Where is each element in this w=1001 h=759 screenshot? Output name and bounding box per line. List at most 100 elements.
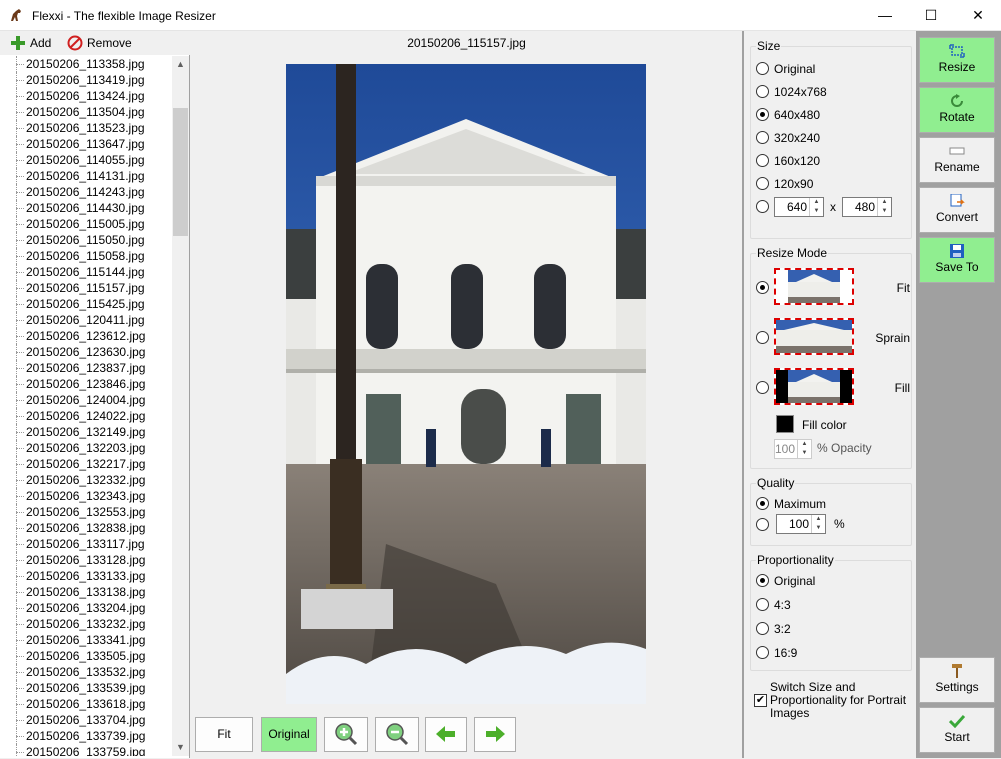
rotate-button[interactable]: Rotate: [919, 87, 995, 133]
file-list-scrollbar[interactable]: ▲ ▼: [172, 56, 189, 756]
mode-fill-radio[interactable]: [756, 381, 769, 394]
mode-fit-radio[interactable]: [756, 281, 769, 294]
file-list-item[interactable]: 20150206_132553.jpg: [0, 504, 172, 520]
rename-button[interactable]: Rename: [919, 137, 995, 183]
file-list-item[interactable]: 20150206_133618.jpg: [0, 696, 172, 712]
file-list-item[interactable]: 20150206_115058.jpg: [0, 248, 172, 264]
resize-button[interactable]: Resize: [919, 37, 995, 83]
remove-button[interactable]: Remove: [67, 34, 132, 52]
size-original-radio[interactable]: [756, 62, 769, 75]
opacity-label: % Opacity: [817, 441, 872, 455]
file-list-item[interactable]: 20150206_114131.jpg: [0, 168, 172, 184]
close-button[interactable]: ✕: [955, 0, 1001, 31]
scroll-down-icon[interactable]: ▼: [172, 739, 189, 756]
file-list-item[interactable]: 20150206_132332.jpg: [0, 472, 172, 488]
size-320x240-radio[interactable]: [756, 131, 769, 144]
quality-stepper[interactable]: 100 ▲ ▼: [776, 514, 826, 534]
file-list-item[interactable]: 20150206_132203.jpg: [0, 440, 172, 456]
file-list-item[interactable]: 20150206_133539.jpg: [0, 680, 172, 696]
file-list-item[interactable]: 20150206_115005.jpg: [0, 216, 172, 232]
next-image-button[interactable]: [474, 717, 516, 752]
file-list-item[interactable]: 20150206_115144.jpg: [0, 264, 172, 280]
quality-custom-radio[interactable]: [756, 518, 769, 531]
file-list-item[interactable]: 20150206_133505.jpg: [0, 648, 172, 664]
fit-button[interactable]: Fit: [195, 717, 253, 752]
size-160x120-radio[interactable]: [756, 154, 769, 167]
file-list-item[interactable]: 20150206_115425.jpg: [0, 296, 172, 312]
minimize-button[interactable]: —: [862, 0, 908, 31]
file-list-item[interactable]: 20150206_132217.jpg: [0, 456, 172, 472]
file-list-item[interactable]: 20150206_132149.jpg: [0, 424, 172, 440]
file-list-item[interactable]: 20150206_114243.jpg: [0, 184, 172, 200]
size-120x90-radio[interactable]: [756, 177, 769, 190]
file-tree[interactable]: 20150206_113358.jpg 20150206_113419.jpg 20…: [0, 56, 172, 756]
file-list-item[interactable]: 20150206_115050.jpg: [0, 232, 172, 248]
file-list-item[interactable]: 20150206_113419.jpg: [0, 72, 172, 88]
file-list-item[interactable]: 20150206_133704.jpg: [0, 712, 172, 728]
file-list-item[interactable]: 20150206_114055.jpg: [0, 152, 172, 168]
file-list-item[interactable]: 20150206_123612.jpg: [0, 328, 172, 344]
prop-16-9-radio[interactable]: [756, 646, 769, 659]
file-list-item[interactable]: 20150206_113647.jpg: [0, 136, 172, 152]
size-custom-radio[interactable]: [756, 200, 769, 213]
file-list-item[interactable]: 20150206_123846.jpg: [0, 376, 172, 392]
file-list-item[interactable]: 20150206_113358.jpg: [0, 56, 172, 72]
spin-arrows-icon[interactable]: ▲ ▼: [809, 198, 823, 216]
file-list-item[interactable]: 20150206_113504.jpg: [0, 104, 172, 120]
file-list-item[interactable]: 20150206_115157.jpg: [0, 280, 172, 296]
prop-3-2-radio[interactable]: [756, 622, 769, 635]
settings-button[interactable]: Settings: [919, 657, 995, 703]
mode-fit-preview[interactable]: [774, 268, 854, 305]
prop-4-3-radio[interactable]: [756, 598, 769, 611]
scroll-thumb[interactable]: [173, 108, 188, 236]
spin-arrows-icon[interactable]: ▲ ▼: [877, 198, 891, 216]
file-list-item[interactable]: 20150206_123630.jpg: [0, 344, 172, 360]
scroll-up-icon[interactable]: ▲: [172, 56, 189, 73]
opacity-stepper[interactable]: 100 ▲ ▼: [774, 439, 812, 459]
convert-button[interactable]: Convert: [919, 187, 995, 233]
spin-arrows-icon[interactable]: ▲ ▼: [811, 515, 825, 533]
save-to-button[interactable]: Save To: [919, 237, 995, 283]
file-list-item[interactable]: 20150206_133759.jpg: [0, 744, 172, 756]
spin-arrows-icon[interactable]: ▲ ▼: [797, 440, 811, 458]
file-list-item[interactable]: 20150206_133204.jpg: [0, 600, 172, 616]
file-list-item[interactable]: 20150206_132343.jpg: [0, 488, 172, 504]
file-list-item[interactable]: 20150206_133138.jpg: [0, 584, 172, 600]
file-list-item[interactable]: 20150206_120411.jpg: [0, 312, 172, 328]
add-button[interactable]: Add: [10, 34, 51, 52]
file-list-item[interactable]: 20150206_133532.jpg: [0, 664, 172, 680]
custom-width-stepper[interactable]: 640 ▲ ▼: [774, 197, 824, 217]
original-size-button[interactable]: Original: [261, 717, 317, 752]
file-list-item[interactable]: 20150206_133739.jpg: [0, 728, 172, 744]
maximize-button[interactable]: ☐: [908, 0, 954, 31]
quality-maximum-radio[interactable]: [756, 497, 769, 510]
zoom-in-button[interactable]: [324, 717, 368, 752]
previous-image-button[interactable]: [425, 717, 467, 752]
file-list-item[interactable]: 20150206_133128.jpg: [0, 552, 172, 568]
file-list-item[interactable]: 20150206_124004.jpg: [0, 392, 172, 408]
file-list-item[interactable]: 20150206_133117.jpg: [0, 536, 172, 552]
file-list-item[interactable]: 20150206_113523.jpg: [0, 120, 172, 136]
mode-sprain-radio[interactable]: [756, 331, 769, 344]
file-list-pane: Add Remove 20150206_113358.jpg 20150206_1…: [0, 31, 190, 758]
file-list-item[interactable]: 20150206_133232.jpg: [0, 616, 172, 632]
file-list-item[interactable]: 20150206_123837.jpg: [0, 360, 172, 376]
file-list-item[interactable]: 20150206_114430.jpg: [0, 200, 172, 216]
mode-sprain-preview[interactable]: [774, 318, 854, 355]
file-list-item[interactable]: 20150206_132838.jpg: [0, 520, 172, 536]
quality-percent-label: %: [834, 517, 845, 531]
file-list-item[interactable]: 20150206_133133.jpg: [0, 568, 172, 584]
start-button[interactable]: Start: [919, 707, 995, 753]
file-list-item[interactable]: 20150206_124022.jpg: [0, 408, 172, 424]
arrow-right-icon: [486, 726, 505, 742]
file-list-item[interactable]: 20150206_133341.jpg: [0, 632, 172, 648]
fill-color-swatch[interactable]: [776, 415, 794, 433]
zoom-out-button[interactable]: [375, 717, 419, 752]
size-640x480-radio[interactable]: [756, 108, 769, 121]
file-list-item[interactable]: 20150206_113424.jpg: [0, 88, 172, 104]
switch-portrait-checkbox[interactable]: ✔: [754, 694, 767, 707]
prop-original-radio[interactable]: [756, 574, 769, 587]
size-1024x768-radio[interactable]: [756, 85, 769, 98]
custom-height-stepper[interactable]: 480 ▲ ▼: [842, 197, 892, 217]
mode-fill-preview[interactable]: [774, 368, 854, 405]
